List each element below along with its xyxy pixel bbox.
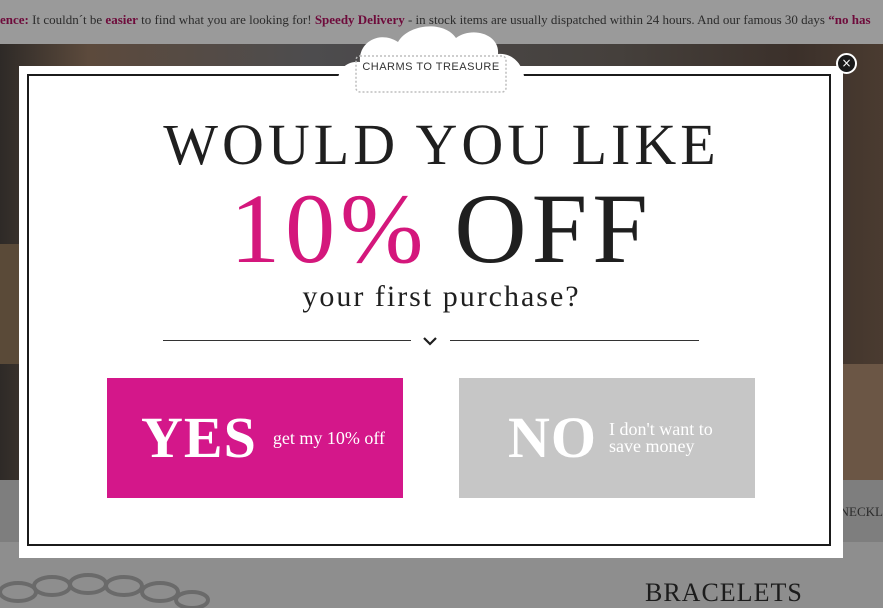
announcement-prefix: ence: [0,12,29,27]
no-button-label: NO [508,405,597,470]
no-button[interactable]: NO I don't want to save money [459,378,755,498]
brand-logo: CHARMS TO TREASURE [362,61,500,73]
announcement-text-1: It couldn´t be [28,12,106,27]
popup-subline: your first purchase? [302,280,581,313]
offer-percent: 10% [230,173,429,284]
offer-word: OFF [454,173,653,284]
close-button[interactable]: × [836,53,857,74]
yes-button-label: YES [141,405,257,470]
yes-button-sublabel: get my 10% off [272,427,385,448]
no-button-sublabel: I don't want to save money [609,419,713,456]
nav-item-necklaces[interactable]: NECKL [840,504,883,520]
announcement-emph-nohassle: “no has [828,12,871,27]
offer-line: 10% OFF [0,176,883,282]
divider-right [450,340,699,341]
popup-headline: WOULD YOU LIKE [163,112,720,177]
chevron-down-icon [423,337,437,346]
yes-button[interactable]: YES get my 10% off [107,378,403,498]
chain-bracelet-image [0,573,210,608]
section-heading-bracelets: BRACELETS [645,578,803,607]
announcement-text-2: to find what you are looking for! [137,12,315,27]
divider-left [163,340,411,341]
announcement-emph-easier: easier [105,12,138,27]
